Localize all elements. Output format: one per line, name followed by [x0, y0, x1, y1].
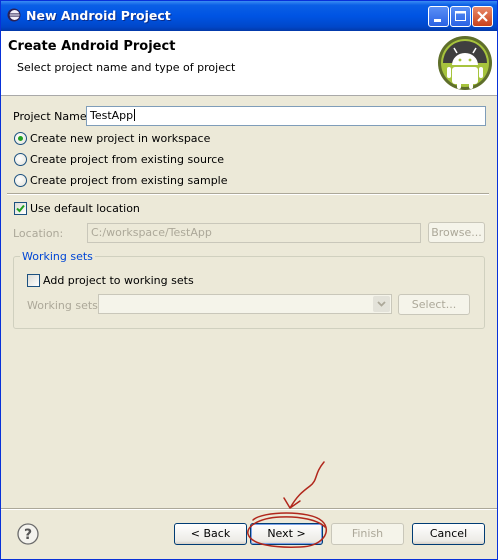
radio-new-project[interactable]: [14, 132, 27, 145]
chevron-down-icon: [377, 301, 386, 307]
window-title: New Android Project: [26, 8, 171, 23]
radio-existing-source[interactable]: [14, 153, 27, 166]
checkmark-icon: [16, 204, 25, 213]
close-button[interactable]: [472, 6, 493, 27]
title-bar[interactable]: New Android Project: [1, 1, 497, 31]
use-default-location-checkbox[interactable]: [14, 202, 27, 215]
project-name-input[interactable]: TestApp: [86, 106, 486, 126]
text-caret: [134, 109, 136, 121]
use-default-location-label[interactable]: Use default location: [30, 202, 140, 215]
project-name-label: Project Name:: [13, 110, 91, 123]
select-working-sets-button[interactable]: Select...: [398, 294, 470, 315]
working-sets-label: Working sets:: [27, 299, 102, 312]
minimize-button[interactable]: [428, 6, 449, 27]
cancel-button[interactable]: Cancel: [412, 523, 485, 545]
browse-button[interactable]: Browse...: [428, 222, 485, 243]
dialog-window: New Android Project Create Android Proje…: [0, 0, 498, 560]
finish-button[interactable]: Finish: [331, 523, 404, 545]
eclipse-app-icon: [7, 8, 21, 22]
working-sets-group: [13, 256, 485, 329]
radio-selected-dot: [18, 136, 23, 141]
page-subtitle: Select project name and type of project: [17, 61, 236, 74]
radio-existing-sample[interactable]: [14, 174, 27, 187]
close-icon: [477, 11, 488, 22]
page-title: Create Android Project: [8, 39, 176, 54]
help-icon[interactable]: ?: [17, 523, 39, 545]
radio-existing-source-label[interactable]: Create project from existing source: [30, 153, 224, 166]
working-sets-combo[interactable]: [98, 294, 392, 314]
radio-new-project-label[interactable]: Create new project in workspace: [30, 132, 210, 145]
maximize-icon: [455, 11, 466, 21]
add-to-working-sets-label[interactable]: Add project to working sets: [43, 274, 194, 287]
working-sets-group-label: Working sets: [20, 250, 95, 263]
next-button[interactable]: Next >: [250, 523, 323, 545]
svg-text:?: ?: [24, 527, 32, 543]
combo-dropdown-button[interactable]: [373, 296, 390, 312]
minimize-icon: [434, 19, 441, 22]
separator: [7, 193, 489, 195]
android-logo-icon: [438, 36, 492, 90]
maximize-button[interactable]: [450, 6, 471, 27]
location-label: Location:: [13, 227, 64, 240]
add-to-working-sets-checkbox[interactable]: [27, 274, 40, 287]
radio-existing-sample-label[interactable]: Create project from existing sample: [30, 174, 228, 187]
wizard-header: Create Android Project Select project na…: [1, 31, 497, 96]
location-input[interactable]: C:/workspace/TestApp: [87, 223, 421, 243]
project-name-value: TestApp: [90, 109, 134, 122]
back-button[interactable]: < Back: [174, 523, 247, 545]
bottom-separator: [1, 508, 497, 510]
